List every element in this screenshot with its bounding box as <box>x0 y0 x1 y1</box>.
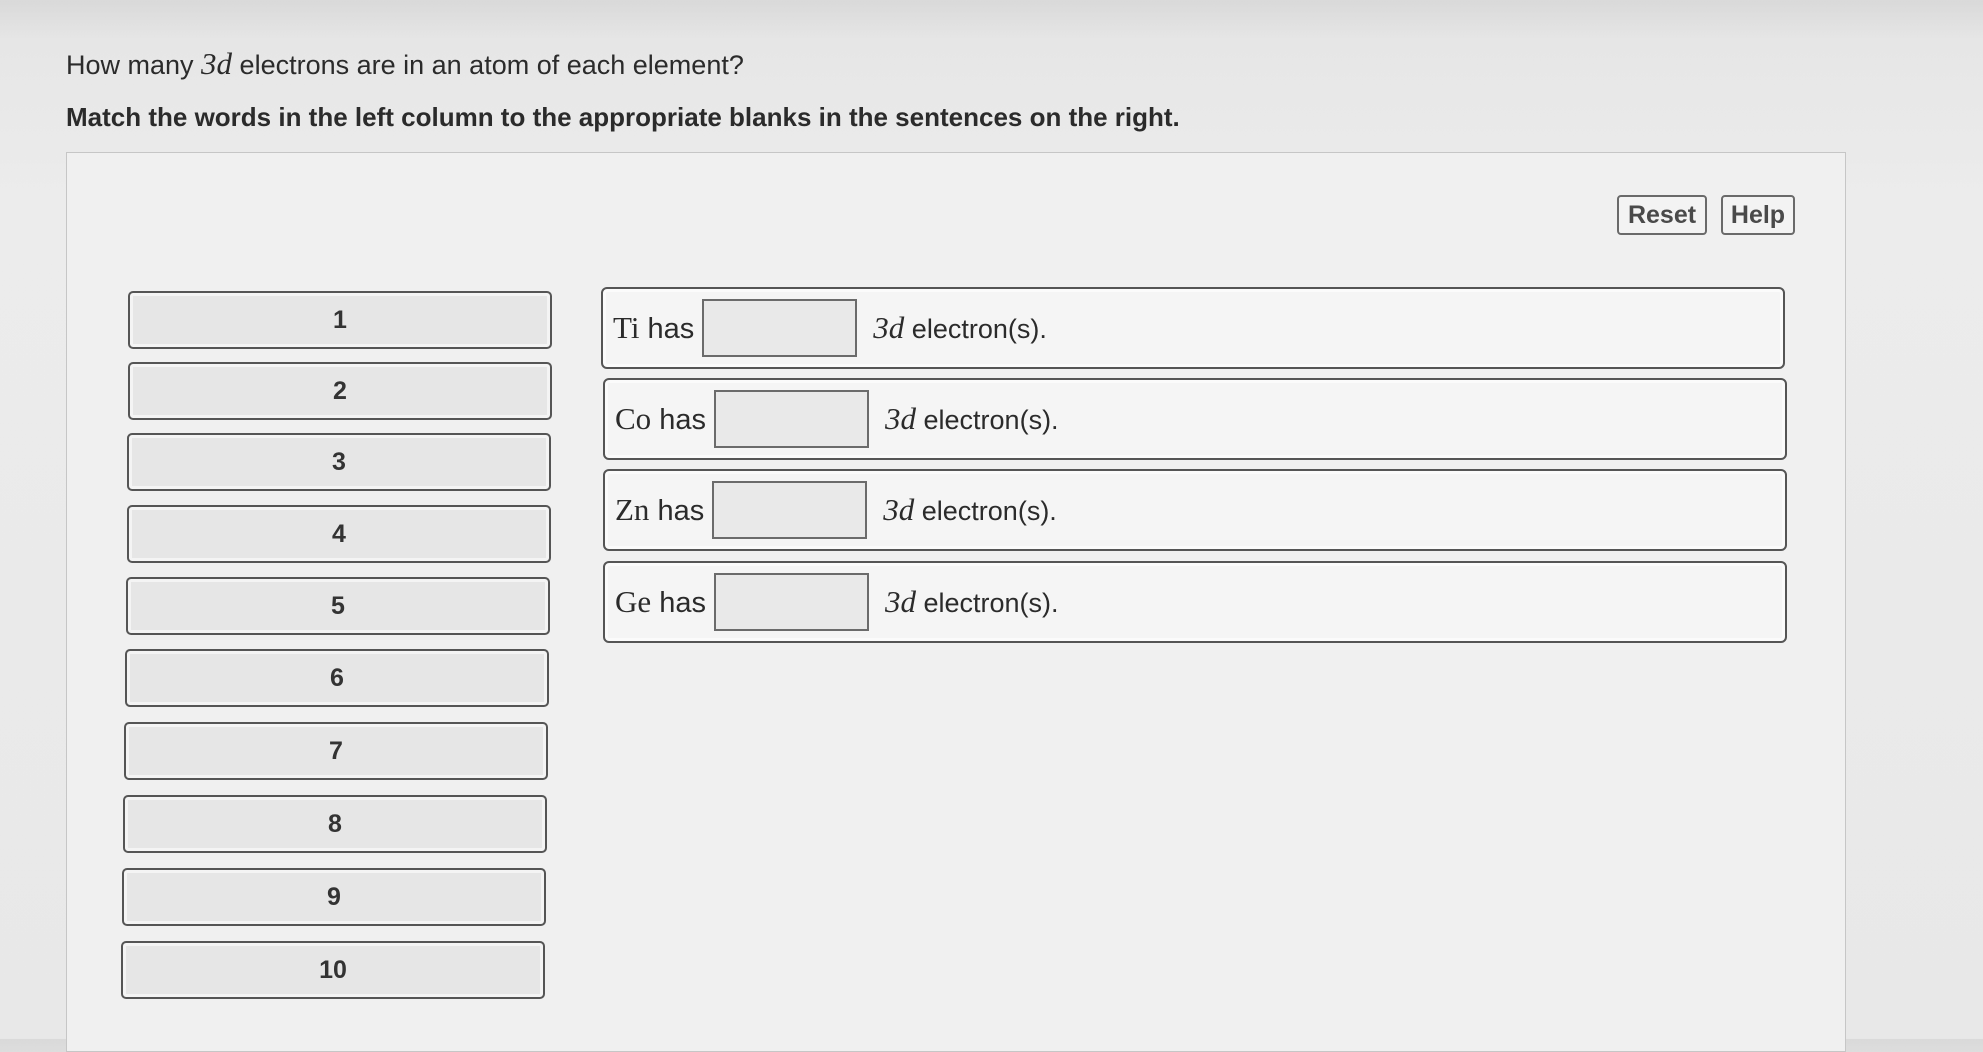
word-tile-1[interactable]: 1 <box>128 291 552 349</box>
sentence-co: Co has 3d electron(s). <box>603 378 1787 460</box>
instruction-text: Match the words in the left column to th… <box>66 102 1180 132</box>
has-text: has <box>651 404 707 436</box>
word-tile-6[interactable]: 6 <box>125 649 549 707</box>
matching-workspace: Reset Help 1 2 3 4 5 6 7 8 9 10 Ti has 3… <box>66 152 1846 1052</box>
sentence-ge: Ge has 3d electron(s). <box>603 561 1787 643</box>
has-text: has <box>639 313 695 345</box>
electron-text: electron(s). <box>914 496 1057 526</box>
has-text: has <box>651 587 706 619</box>
electron-text: electron(s). <box>916 405 1059 435</box>
element-symbol: Ti <box>613 310 640 345</box>
question-suffix: electrons are in an atom of each element… <box>232 50 744 80</box>
answer-blank-zn[interactable] <box>712 481 868 539</box>
word-tile-7[interactable]: 7 <box>124 722 548 780</box>
question-text: How many 3d electrons are in an atom of … <box>66 46 744 82</box>
orbital-symbol: 3d <box>873 310 905 345</box>
question-prefix: How many <box>66 50 202 80</box>
sentence-ti: Ti has 3d electron(s). <box>601 287 1785 369</box>
sentence-suffix: 3d electron(s). <box>885 401 1059 437</box>
electron-text: electron(s). <box>904 314 1047 344</box>
answer-blank-ge[interactable] <box>713 573 869 631</box>
element-symbol: Zn <box>615 492 650 527</box>
sentence-suffix: 3d electron(s). <box>883 492 1057 528</box>
orbital-symbol: 3d <box>883 492 915 527</box>
answer-blank-ti[interactable] <box>702 299 858 357</box>
help-button[interactable]: Help <box>1721 195 1795 235</box>
reset-button[interactable]: Reset <box>1617 195 1707 235</box>
electron-text: electron(s). <box>915 588 1059 618</box>
word-tile-2[interactable]: 2 <box>128 362 552 420</box>
word-tile-4[interactable]: 4 <box>127 505 551 563</box>
question-orbital: 3d <box>201 46 233 81</box>
element-symbol: Co <box>615 401 652 436</box>
orbital-symbol: 3d <box>884 584 916 619</box>
element-symbol: Ge <box>615 584 652 619</box>
orbital-symbol: 3d <box>885 401 917 436</box>
sentence-label: Zn has <box>615 492 704 528</box>
sentence-zn: Zn has 3d electron(s). <box>603 469 1787 551</box>
sentence-suffix: 3d electron(s). <box>873 310 1047 346</box>
sentence-label: Ge has <box>615 584 706 620</box>
word-tile-9[interactable]: 9 <box>122 868 546 926</box>
word-tile-10[interactable]: 10 <box>121 941 545 999</box>
sentence-suffix: 3d electron(s). <box>885 584 1059 620</box>
sentence-label: Co has <box>615 401 706 437</box>
has-text: has <box>649 495 705 527</box>
word-tile-8[interactable]: 8 <box>123 795 547 853</box>
sentence-label: Ti has <box>613 310 694 346</box>
word-tile-3[interactable]: 3 <box>127 433 551 491</box>
word-tile-5[interactable]: 5 <box>126 577 550 635</box>
answer-blank-co[interactable] <box>714 390 870 448</box>
